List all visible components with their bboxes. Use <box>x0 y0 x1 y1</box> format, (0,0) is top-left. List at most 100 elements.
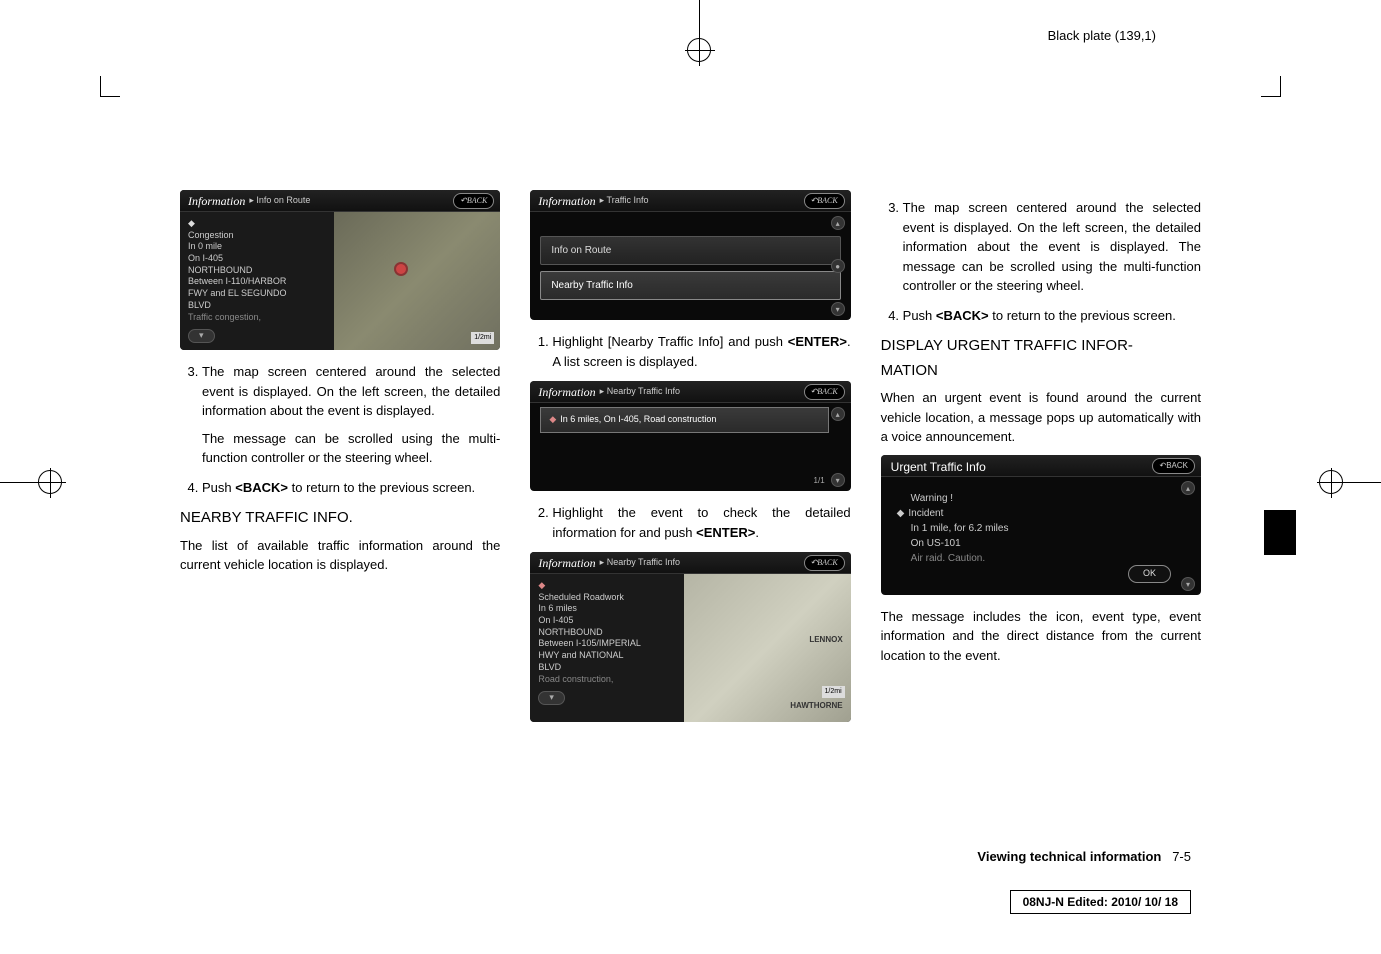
col3-step4b: <BACK> <box>936 308 989 323</box>
ss1-line2: In 0 mile <box>188 241 222 251</box>
col3-step4a: Push <box>903 308 936 323</box>
nearby-traffic-heading: NEARBY TRAFFIC INFO. <box>180 507 500 530</box>
ss4-line5: Between I-105/IMPERIAL <box>538 638 641 648</box>
column-3: The map screen centered around the selec… <box>881 190 1201 734</box>
ok-button[interactable]: OK <box>1128 565 1171 583</box>
ss5-titlebar: Urgent Traffic Info ↶BACK <box>881 455 1201 477</box>
list-pager: 1/1 <box>814 475 825 487</box>
ss1-line3: On I-405 <box>188 253 223 263</box>
ss3-title: Information <box>538 383 595 401</box>
back-button[interactable]: ↶BACK <box>804 193 845 209</box>
col3-steps: The map screen centered around the selec… <box>881 198 1201 325</box>
ss1-line5: Between I-110/HARBOR <box>188 276 286 286</box>
map-city-hawthorne: HAWTHORNE <box>790 700 842 712</box>
footer-edit-box: 08NJ-N Edited: 2010/ 10/ 18 <box>1010 890 1191 914</box>
column-1: Information ▸ Info on Route ↶BACK ◆ Cong… <box>180 190 500 734</box>
ss1-line8: Traffic congestion, <box>188 312 261 322</box>
ss3-subtitle: ▸ Nearby Traffic Info <box>600 385 680 399</box>
ss4-line6: HWY and NATIONAL <box>538 650 623 660</box>
footer-page-number: 7-5 <box>1172 849 1191 864</box>
ss4-info-panel: ◆ Scheduled Roadwork In 6 miles On I-405… <box>530 552 684 722</box>
crop-mark-top-circle <box>687 38 711 62</box>
map-scale: 1/2mi <box>471 332 494 345</box>
ss4-line7: BLVD <box>538 662 561 672</box>
ss4-line4: NORTHBOUND <box>538 627 602 637</box>
screenshot-nearby-list: Information ▸ Nearby Traffic Info ↶BACK … <box>530 381 850 491</box>
scroll-down-button[interactable]: ▾ <box>538 691 565 705</box>
col3-para: When an urgent event is found around the… <box>881 388 1201 447</box>
scroll-up-icon[interactable]: ▴ <box>1181 481 1195 495</box>
col2-step1a: Highlight [Nearby Traffic Info] and push <box>552 334 787 349</box>
page-content: Information ▸ Info on Route ↶BACK ◆ Cong… <box>180 190 1201 734</box>
scroll-down-icon[interactable]: ▾ <box>831 473 845 487</box>
col2-step2b: <ENTER> <box>696 525 755 540</box>
ss5-l2-text: Incident <box>908 508 943 519</box>
back-button[interactable]: ↶BACK <box>453 193 494 209</box>
footer-section-title: Viewing technical information <box>977 849 1161 864</box>
ss5-title-text: Urgent Traffic Info <box>891 460 986 474</box>
col1-step3: The map screen centered around the selec… <box>202 362 500 468</box>
ss5-l3: In 1 mile, for 6.2 miles <box>911 521 1189 536</box>
col1-step4: Push <BACK> to return to the previous sc… <box>202 478 500 498</box>
scroll-down-icon[interactable]: ▾ <box>1181 577 1195 591</box>
ss2-titlebar: Information ▸ Traffic Info ↶BACK <box>530 190 850 212</box>
side-tab <box>1264 510 1296 555</box>
back-button[interactable]: ↶BACK <box>804 384 845 400</box>
screenshot-info-on-route: Information ▸ Info on Route ↶BACK ◆ Cong… <box>180 190 500 350</box>
urgent-heading-line2: MATION <box>881 360 1201 383</box>
ss4-titlebar: Information ▸ Nearby Traffic Info ↶BACK <box>530 552 850 574</box>
ss1-line7: BLVD <box>188 300 211 310</box>
crop-mark-left-circle <box>38 470 62 494</box>
back-button[interactable]: ↶BACK <box>1152 458 1195 474</box>
ss5-l5: Air raid. Caution. <box>911 551 1189 566</box>
ss1-info-panel: ◆ Congestion In 0 mile On I-405 NORTHBOU… <box>180 190 334 350</box>
map-city-lennox: LENNOX <box>809 634 842 646</box>
ss3-row-text: In 6 miles, On I-405, Road construction <box>560 414 716 424</box>
ss4-title: Information <box>538 554 595 572</box>
col3-step3: The map screen centered around the selec… <box>903 198 1201 296</box>
ss5-body: Warning ! ◆Incident In 1 mile, for 6.2 m… <box>893 481 1189 566</box>
side-scroll: ▴ ▾ <box>1181 481 1197 591</box>
ss4-line2: In 6 miles <box>538 603 577 613</box>
incident-icon: ◆ <box>897 508 905 519</box>
col1-step4a: Push <box>202 480 235 495</box>
col1-steps: The map screen centered around the selec… <box>180 362 500 497</box>
menu-info-on-route[interactable]: Info on Route <box>540 236 840 265</box>
roadwork-icon: ◆ <box>549 414 556 424</box>
scroll-down-button[interactable]: ▾ <box>188 329 215 343</box>
back-button[interactable]: ↶BACK <box>804 555 845 571</box>
screenshot-nearby-detail: Information ▸ Nearby Traffic Info ↶BACK … <box>530 552 850 722</box>
scroll-up-icon[interactable]: ▴ <box>831 407 845 421</box>
congestion-icon: ◆ <box>188 218 195 228</box>
col3-para2: The message includes the icon, event typ… <box>881 607 1201 666</box>
col2-steps-2: Highlight the event to check the detaile… <box>530 503 850 542</box>
corner-mark-tr <box>1261 76 1281 96</box>
map-scale: 1/2mi <box>822 686 845 699</box>
col1-step4c: to return to the previous screen. <box>288 480 475 495</box>
ss3-titlebar: Information ▸ Nearby Traffic Info ↶BACK <box>530 381 850 403</box>
menu-nearby-traffic[interactable]: Nearby Traffic Info <box>540 271 840 300</box>
ss4-line1: Scheduled Roadwork <box>538 592 624 602</box>
roadwork-icon: ◆ <box>538 580 545 590</box>
col1-step3-text: The map screen centered around the selec… <box>202 364 500 418</box>
col1-para: The list of available traffic informatio… <box>180 536 500 575</box>
ss5-l1: Warning ! <box>911 491 1189 506</box>
scroll-down-icon[interactable]: ▾ <box>831 302 845 316</box>
scroll-mid-icon[interactable]: ● <box>831 259 845 273</box>
list-item-roadwork[interactable]: ◆ In 6 miles, On I-405, Road construction <box>540 407 828 433</box>
ss5-l4: On US-101 <box>911 536 1189 551</box>
ss4-line8: Road construction, <box>538 674 613 684</box>
col2-step1b: <ENTER> <box>788 334 847 349</box>
ss1-map: 1/2mi <box>334 212 501 350</box>
col1-step3b-text: The message can be scrolled using the mu… <box>202 429 500 468</box>
ss1-titlebar: Information ▸ Info on Route ↶BACK <box>180 190 500 212</box>
col2-steps-1: Highlight [Nearby Traffic Info] and push… <box>530 332 850 371</box>
screenshot-traffic-info-menu: Information ▸ Traffic Info ↶BACK Info on… <box>530 190 850 320</box>
ss1-subtitle: ▸ Info on Route <box>249 194 310 208</box>
scroll-up-icon[interactable]: ▴ <box>831 216 845 230</box>
ss4-line3: On I-405 <box>538 615 573 625</box>
ss2-subtitle: ▸ Traffic Info <box>600 194 649 208</box>
side-scroll: ▴ ▾ <box>831 407 847 487</box>
col2-step1: Highlight [Nearby Traffic Info] and push… <box>552 332 850 371</box>
ss4-subtitle: ▸ Nearby Traffic Info <box>600 556 680 570</box>
